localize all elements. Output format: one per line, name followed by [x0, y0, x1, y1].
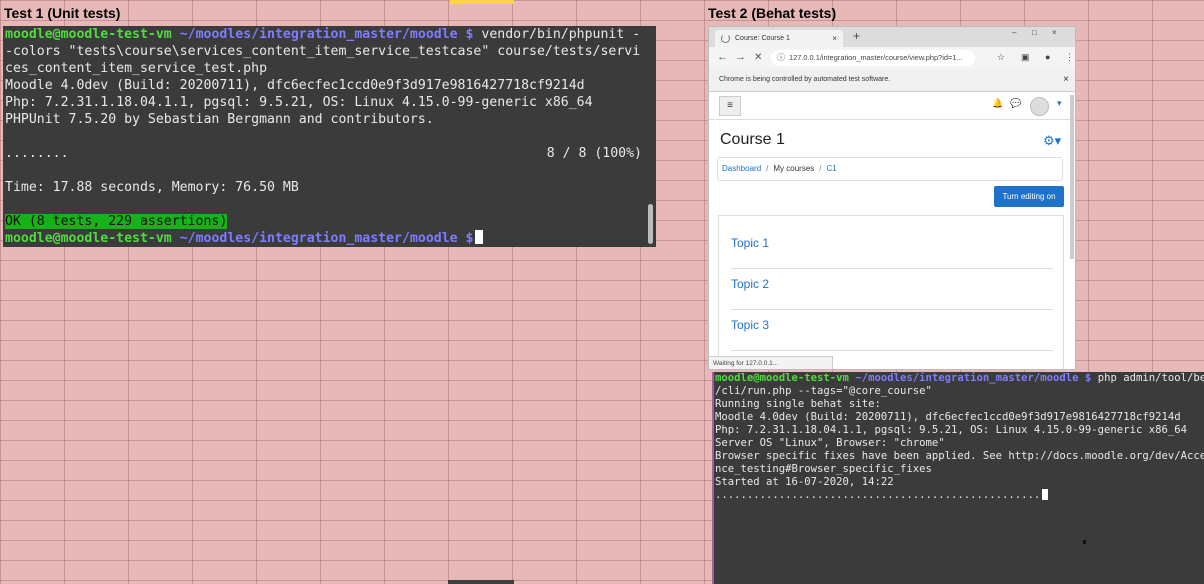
- minimize-icon[interactable]: –: [1012, 28, 1016, 37]
- messages-icon[interactable]: 💬: [1010, 98, 1021, 109]
- prompt-user: moodle@moodle-test-vm: [715, 372, 849, 384]
- hamburger-menu-icon[interactable]: ≡: [719, 96, 741, 116]
- window-close-icon[interactable]: ×: [1052, 28, 1057, 37]
- command-text: php admin/tool/behat: [1097, 372, 1204, 384]
- page-scrollbar[interactable]: [1070, 95, 1074, 259]
- bookmark-star-icon[interactable]: ☆: [997, 52, 1005, 63]
- selected-cell[interactable]: [450, 0, 514, 4]
- tab-title: Course: Course 1: [735, 35, 790, 42]
- user-avatar[interactable]: [1030, 97, 1049, 116]
- forward-icon[interactable]: →: [735, 51, 746, 63]
- infobar-close-icon[interactable]: ×: [1063, 69, 1069, 91]
- course-settings-gear-icon[interactable]: ⚙▾: [1043, 133, 1061, 149]
- output-line: nce_testing#Browser_specific_fixes: [715, 463, 932, 475]
- extension-icon[interactable]: ▣: [1021, 52, 1030, 63]
- output-line: Server OS "Linux", Browser: "chrome": [715, 437, 945, 449]
- breadcrumb-dashboard[interactable]: Dashboard: [722, 164, 761, 173]
- breadcrumb: Dashboard / My courses / C1: [717, 157, 1063, 181]
- command-continuation: -colors "tests\course\services_content_i…: [5, 44, 641, 59]
- topic-1-link[interactable]: Topic 1: [731, 236, 769, 250]
- output-line: Browser specific fixes have been applied…: [715, 450, 1204, 462]
- prompt-path: ~/moodles/integration_master/moodle $: [179, 27, 474, 42]
- section-divider: [731, 268, 1053, 269]
- progress-dots: ........................................…: [715, 489, 1041, 501]
- text-cursor: [1042, 489, 1049, 500]
- section-divider: [731, 350, 1053, 351]
- time-line: Time: 17.88 seconds, Memory: 76.50 MB: [5, 180, 299, 195]
- new-tab-button[interactable]: +: [853, 29, 860, 43]
- topic-2-link[interactable]: Topic 2: [731, 277, 769, 291]
- chrome-browser-window[interactable]: Course: Course 1 × + – □ × ← → ✕ ⓘ 127.0…: [708, 26, 1076, 370]
- ok-line: OK (8 tests, 229 assertions): [5, 213, 656, 230]
- info-icon[interactable]: ⓘ: [777, 50, 785, 66]
- breadcrumb-c1[interactable]: C1: [827, 164, 837, 173]
- command-continuation: /cli/run.php --tags="@core_course": [715, 385, 932, 397]
- user-menu-caret-icon[interactable]: ▾: [1057, 98, 1062, 109]
- back-icon[interactable]: ←: [717, 51, 728, 63]
- topic-3-link[interactable]: Topic 3: [731, 318, 769, 332]
- command-continuation: ces_content_item_service_test.php: [5, 61, 268, 76]
- prompt-line[interactable]: moodle@moodle-test-vm ~/moodles/integrat…: [5, 230, 656, 247]
- behat-test-terminal[interactable]: moodle@moodle-test-vm ~/moodles/integrat…: [712, 372, 1204, 584]
- php-info-line: Php: 7.2.31.1.18.04.1.1, pgsql: 9.5.21, …: [5, 95, 593, 110]
- maximize-icon[interactable]: □: [1032, 28, 1037, 37]
- status-bar: Waiting for 127.0.0.1...: [709, 356, 833, 369]
- breadcrumb-separator: /: [819, 164, 822, 173]
- command-line: moodle@moodle-test-vm ~/moodles/integrat…: [5, 26, 656, 43]
- output-line: Php: 7.2.31.1.18.04.1.1, pgsql: 9.5.21, …: [715, 424, 1187, 436]
- progress-line: ........................................…: [715, 489, 1204, 502]
- scrollbar[interactable]: [648, 204, 653, 244]
- browser-menu-icon[interactable]: ⋮: [1065, 52, 1074, 63]
- moodle-navbar: ≡ 🔔 💬 ▾: [709, 93, 1075, 120]
- stop-icon[interactable]: ✕: [754, 52, 762, 63]
- command-text: vendor/bin/phpunit -: [473, 27, 641, 42]
- phpunit-line: PHPUnit 7.5.20 by Sebastian Bergmann and…: [5, 112, 434, 127]
- course-title: Course 1: [720, 131, 785, 148]
- command-line: moodle@moodle-test-vm ~/moodles/integrat…: [715, 372, 1204, 385]
- moodle-version-line: Moodle 4.0dev (Build: 20200711), dfc6ecf…: [5, 78, 585, 93]
- breadcrumb-my-courses[interactable]: My courses: [773, 164, 814, 173]
- account-icon[interactable]: ●: [1045, 52, 1050, 62]
- output-line: Moodle 4.0dev (Build: 20200711), dfc6ecf…: [715, 411, 1181, 423]
- progress-count: 8 / 8 (100%): [546, 146, 642, 161]
- infobar-text: Chrome is being controlled by automated …: [719, 76, 891, 83]
- progress-line: ........ 8 / 8 (100%): [5, 145, 656, 162]
- url-text: 127.0.0.1/integration_master/course/view…: [789, 53, 963, 62]
- spreadsheet-cell[interactable]: [448, 580, 514, 584]
- mouse-pointer-icon: [1083, 540, 1086, 544]
- output-line: Started at 16-07-2020, 14:22: [715, 476, 894, 488]
- automation-infobar: Chrome is being controlled by automated …: [709, 69, 1075, 92]
- progress-dots: ........: [5, 146, 69, 161]
- test1-heading: Test 1 (Unit tests): [4, 5, 121, 21]
- course-sections: Topic 1 Topic 2 Topic 3: [718, 215, 1064, 369]
- section-divider: [731, 309, 1053, 310]
- tab-course[interactable]: Course: Course 1 ×: [715, 30, 843, 47]
- turn-editing-on-button[interactable]: Turn editing on: [994, 186, 1064, 207]
- prompt-path: ~/moodles/integration_master/moodle $: [855, 372, 1092, 384]
- tab-strip: Course: Course 1 × + – □ ×: [709, 27, 1075, 47]
- prompt-path: ~/moodles/integration_master/moodle $: [179, 231, 474, 246]
- breadcrumb-separator: /: [766, 164, 769, 173]
- text-cursor: [475, 230, 484, 244]
- browser-toolbar: ← → ✕ ⓘ 127.0.0.1/integration_master/cou…: [709, 47, 1075, 69]
- output-line: Running single behat site:: [715, 398, 881, 410]
- prompt-user: moodle@moodle-test-vm: [5, 231, 172, 246]
- notifications-bell-icon[interactable]: 🔔: [992, 98, 1003, 109]
- test2-heading: Test 2 (Behat tests): [708, 5, 837, 21]
- unit-test-terminal[interactable]: moodle@moodle-test-vm ~/moodles/integrat…: [3, 26, 656, 247]
- loading-spinner-icon: [721, 34, 730, 43]
- address-bar[interactable]: ⓘ 127.0.0.1/integration_master/course/vi…: [771, 50, 975, 66]
- ok-result: OK (8 tests, 229 assertions): [5, 214, 228, 229]
- prompt-user: moodle@moodle-test-vm: [5, 27, 172, 42]
- tab-close-icon[interactable]: ×: [832, 30, 837, 47]
